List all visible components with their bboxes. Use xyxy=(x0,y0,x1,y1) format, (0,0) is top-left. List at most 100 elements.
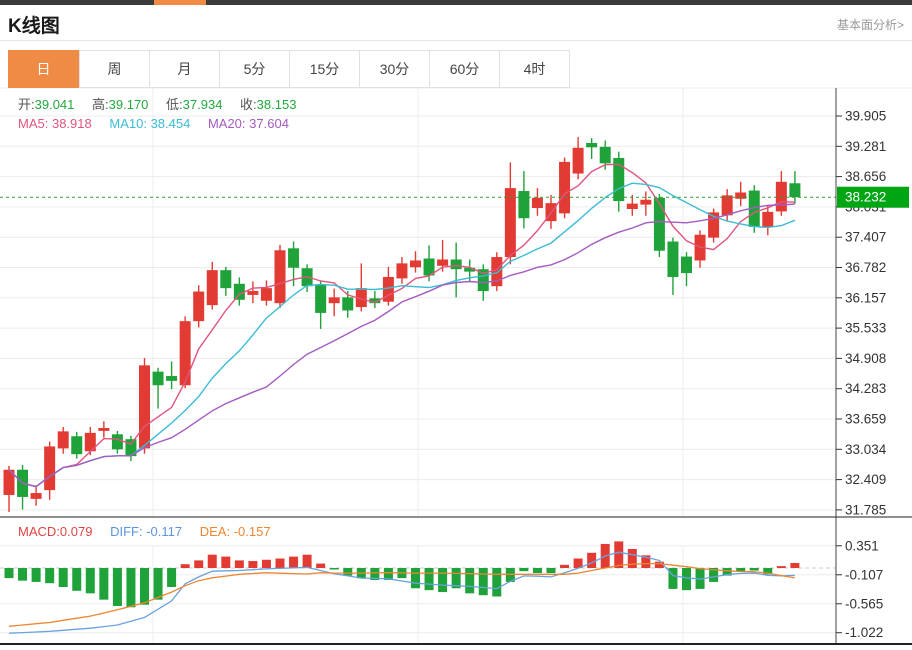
macd-bar xyxy=(194,560,203,568)
macd-bar xyxy=(750,568,759,571)
tab-day[interactable]: 日 xyxy=(8,50,79,88)
macd-bar xyxy=(72,568,81,591)
macd-bar xyxy=(628,549,637,568)
candle-body xyxy=(789,183,800,197)
main-axis-label: 32.409 xyxy=(845,472,886,487)
macd-bar xyxy=(479,568,488,595)
candle-body xyxy=(681,257,692,274)
macd-bar xyxy=(601,544,610,568)
candle-body xyxy=(261,288,272,301)
candle-body xyxy=(627,204,638,209)
fundamental-analysis-link[interactable]: 基本面分析> xyxy=(837,16,904,33)
candle-body xyxy=(315,285,326,313)
macd-bar xyxy=(682,568,691,590)
macd-bar xyxy=(655,562,664,568)
candle-body xyxy=(153,372,164,386)
macd-bar xyxy=(641,555,650,568)
candle-body xyxy=(424,259,435,276)
dea-value: -0.157 xyxy=(234,524,271,539)
candle-body xyxy=(369,298,380,303)
tab-15min[interactable]: 15分 xyxy=(289,51,359,87)
macd-bar xyxy=(465,568,474,593)
macd-bar xyxy=(587,553,596,568)
candle-body xyxy=(613,158,624,201)
macd-bar xyxy=(452,568,461,588)
high-value: 39.170 xyxy=(109,97,149,112)
tab-4hour[interactable]: 4时 xyxy=(499,51,569,87)
candle-body xyxy=(4,470,15,495)
tab-60min[interactable]: 60分 xyxy=(429,51,499,87)
macd-bar xyxy=(18,568,27,581)
current-price-badge-value: 38.232 xyxy=(845,190,886,205)
macd-bar xyxy=(763,568,772,574)
macd-bar xyxy=(736,568,745,572)
candle-body xyxy=(749,191,760,227)
macd-bar xyxy=(181,564,190,568)
low-value: 37.934 xyxy=(183,97,223,112)
ma-legend: MA5: 38.918 MA10: 38.454 MA20: 37.604 xyxy=(18,116,303,131)
macd-bar xyxy=(357,568,366,578)
candle-body xyxy=(546,203,557,221)
macd-bar xyxy=(709,568,718,582)
main-axis-label: 37.407 xyxy=(845,230,886,245)
ma10-label: MA10: xyxy=(109,116,147,131)
candle-body xyxy=(640,200,651,205)
macd-bar xyxy=(276,559,285,568)
candle-body xyxy=(44,446,55,490)
candle-body xyxy=(776,182,787,212)
tab-month[interactable]: 月 xyxy=(149,51,219,87)
macd-bar xyxy=(777,566,786,568)
dea-label: DEA: xyxy=(200,524,230,539)
open-label: 开: xyxy=(18,97,35,112)
macd-bar xyxy=(519,568,528,571)
macd-bar xyxy=(140,568,149,605)
macd-bar xyxy=(343,568,352,576)
candle-body xyxy=(518,191,529,218)
ohlc-legend: 开:39.041 高:39.170 低:37.934 收:38.153 xyxy=(18,94,310,113)
candle-body xyxy=(464,268,475,272)
tab-5min[interactable]: 5分 xyxy=(219,51,289,87)
tab-30min[interactable]: 30分 xyxy=(359,51,429,87)
high-label: 高: xyxy=(92,97,109,112)
macd-bar xyxy=(370,568,379,580)
candle-body xyxy=(532,198,543,208)
macd-bar xyxy=(547,568,556,573)
macd-bar xyxy=(248,561,257,568)
macd-bar xyxy=(126,568,135,607)
macd-bar xyxy=(208,555,217,568)
candle-body xyxy=(735,192,746,198)
macd-bar xyxy=(32,568,41,582)
low-label: 低: xyxy=(166,97,183,112)
candle-body xyxy=(329,297,340,303)
macd-bar xyxy=(696,568,705,589)
candle-body xyxy=(396,263,407,278)
candle-body xyxy=(410,260,421,267)
ma5-label: MA5: xyxy=(18,116,48,131)
candle-body xyxy=(166,376,177,381)
ma5-line xyxy=(9,164,795,486)
macd-value: 0.079 xyxy=(60,524,93,539)
diff-value: -0.117 xyxy=(146,524,182,539)
macd-axis-label: -0.107 xyxy=(845,567,883,582)
main-axis-label: 35.533 xyxy=(845,321,886,336)
ma20-line xyxy=(9,204,795,487)
main-axis-label: 33.034 xyxy=(845,442,887,457)
candle-body xyxy=(600,147,611,164)
top-scrollbar-thumb[interactable] xyxy=(154,0,206,5)
tab-week[interactable]: 周 xyxy=(79,51,149,87)
candle-body xyxy=(17,470,28,497)
candle-body xyxy=(207,270,218,305)
candle-body xyxy=(180,321,191,385)
candle-body xyxy=(58,431,69,448)
ma5-value: 38.918 xyxy=(52,116,92,131)
dea-line xyxy=(9,564,795,627)
macd-bar xyxy=(86,568,95,593)
main-axis-label: 33.659 xyxy=(845,412,886,427)
macd-bar xyxy=(397,568,406,578)
macd-bar xyxy=(411,568,420,588)
ma10-value: 38.454 xyxy=(151,116,191,131)
candle-body xyxy=(98,428,109,431)
macd-bar xyxy=(99,568,108,600)
top-scrollbar[interactable] xyxy=(0,0,912,5)
period-tab-bar: 日 周 月 5分 15分 30分 60分 4时 xyxy=(8,50,570,88)
